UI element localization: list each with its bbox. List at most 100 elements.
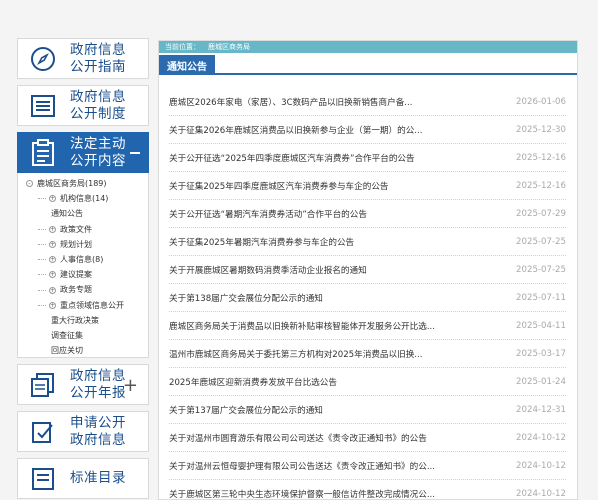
list-item-date: 2025-12-16 <box>516 152 566 163</box>
tree-connector <box>38 228 46 230</box>
tree-item[interactable]: + 建议提案 <box>24 267 148 282</box>
tree-item-label: 机构信息(14) <box>60 194 109 204</box>
breadcrumb-link[interactable]: 鹿城区商务局 <box>208 42 250 52</box>
nav-disclosure-guide[interactable]: 政府信息 公开指南 <box>17 38 149 79</box>
list-item-date: 2024-10-12 <box>516 432 566 443</box>
list-item[interactable]: 关于公开征选“2025年四季度鹿城区汽车消费券”合作平台的公告 2025-12-1… <box>169 144 566 172</box>
list-item[interactable]: 关于第137届广交会展位分配公示的通知 2024-12-31 <box>169 396 566 424</box>
list-item-title[interactable]: 关于第137届广交会展位分配公示的通知 <box>169 404 323 416</box>
list-item[interactable]: 关于征集2025年四季度鹿城区汽车消费券参与车企的公告 2025-12-16 <box>169 172 566 200</box>
list-item-title[interactable]: 关于开展鹿城区暑期数码消费季活动企业报名的通知 <box>169 264 367 276</box>
tree-item-label: 规划计划 <box>60 239 92 249</box>
expand-toggle-icon[interactable]: + <box>49 225 56 233</box>
list-item-date: 2025-04-11 <box>516 320 566 331</box>
tree-item-label: 重点领域信息公开 <box>60 300 124 310</box>
tree-item[interactable]: 通知公告 <box>24 206 148 221</box>
list-item-date: 2025-07-11 <box>516 292 566 303</box>
tree-item[interactable]: 调查征集 <box>24 328 148 343</box>
tree-item[interactable]: + 规划计划 <box>24 237 148 252</box>
list-item-date: 2024-10-12 <box>516 460 566 471</box>
tree-item-label: 政策文件 <box>60 224 92 234</box>
nav-label: 法定主动 公开内容 <box>70 135 126 169</box>
list-item[interactable]: 鹿城区商务局关于消费品以旧换新补贴审核智能体开发服务公开比选... 2025-04… <box>169 312 566 340</box>
nav-label: 申请公开 政府信息 <box>70 414 126 448</box>
compass-icon <box>24 38 62 79</box>
tree-item-label: 通知公告 <box>51 209 83 219</box>
list-item-title[interactable]: 关于征集2026年鹿城区消费品以旧换新参与企业（第一期）的公... <box>169 124 423 136</box>
nav-disclosure-system[interactable]: 政府信息 公开制度 <box>17 85 149 126</box>
list-item-date: 2025-12-30 <box>516 124 566 135</box>
tree-connector <box>38 198 46 200</box>
list-item[interactable]: 关于开展鹿城区暑期数码消费季活动企业报名的通知 2025-07-25 <box>169 256 566 284</box>
list-item[interactable]: 关于征集2025年暑期汽车消费券参与车企的公告 2025-07-25 <box>169 228 566 256</box>
expand-toggle-icon[interactable]: + <box>49 286 56 294</box>
list-item[interactable]: 关于对温州市圆育游乐有限公司公司送达《责令改正通知书》的公告 2024-10-12 <box>169 424 566 452</box>
expand-toggle-icon[interactable]: + <box>49 301 56 309</box>
tree-connector <box>38 274 46 276</box>
list-item-date: 2025-07-25 <box>516 264 566 275</box>
list-item-title[interactable]: 关于第138届广交会展位分配公示的通知 <box>169 292 323 304</box>
nav-statutory-content[interactable]: 法定主动 公开内容 <box>17 132 149 173</box>
breadcrumb: 当前位置： 鹿城区商务局 <box>159 41 577 53</box>
list-item[interactable]: 2025年鹿城区迎新消费券发放平台比选公告 2025-01-24 <box>169 368 566 396</box>
list-item-title[interactable]: 关于对温州市圆育游乐有限公司公司送达《责令改正通知书》的公告 <box>169 432 427 444</box>
nav-standard-catalog[interactable]: 标准目录 <box>17 458 149 499</box>
tree-item[interactable]: + 重点领域信息公开 <box>24 298 148 313</box>
main-content: 当前位置： 鹿城区商务局 通知公告 鹿城区2026年家电（家居）、3C数码产品以… <box>158 40 578 500</box>
list-item[interactable]: 关于鹿城区第三轮中央生态环境保护督察一般信访件整改完成情况公... 2024-10… <box>169 480 566 500</box>
tree-root[interactable]: - 鹿城区商务局(189) <box>24 176 148 191</box>
list-item[interactable]: 鹿城区2026年家电（家居）、3C数码产品以旧换新销售商户备... 2026-01… <box>169 88 566 116</box>
list-item[interactable]: 关于第138届广交会展位分配公示的通知 2025-07-11 <box>169 284 566 312</box>
list-item-title[interactable]: 温州市鹿城区商务局关于委托第三方机构对2025年消费品以旧换... <box>169 348 423 360</box>
breadcrumb-label: 当前位置： <box>165 43 200 51</box>
nav-apply-disclosure[interactable]: 申请公开 政府信息 <box>17 411 149 452</box>
tree-connector <box>38 304 46 306</box>
tree-item[interactable]: + 政务专题 <box>24 282 148 297</box>
list-item-title[interactable]: 2025年鹿城区迎新消费券发放平台比选公告 <box>169 376 337 388</box>
tree-item[interactable]: 重大行政决策 <box>24 313 148 328</box>
list-item-title[interactable]: 关于对温州云恒母婴护理有限公司公告送达《责令改正通知书》的公... <box>169 460 435 472</box>
nav-label: 标准目录 <box>70 470 126 486</box>
tree-connector <box>38 243 46 245</box>
nav-annual-report[interactable]: 政府信息 公开年报 + <box>17 364 149 405</box>
list-item-date: 2026-01-06 <box>516 96 566 107</box>
edit-document-icon <box>24 411 62 452</box>
tree-item[interactable]: + 机构信息(14) <box>24 191 148 206</box>
list-item[interactable]: 温州市鹿城区商务局关于委托第三方机构对2025年消费品以旧换... 2025-03… <box>169 340 566 368</box>
notice-list: 鹿城区2026年家电（家居）、3C数码产品以旧换新销售商户备... 2026-01… <box>159 88 577 500</box>
collapse-toggle-icon[interactable]: - <box>26 180 33 188</box>
collapse-icon[interactable] <box>130 152 140 154</box>
expand-toggle-icon[interactable]: + <box>49 240 56 248</box>
list-item-date: 2024-12-31 <box>516 404 566 415</box>
document-list-icon <box>24 85 62 126</box>
expand-toggle-icon[interactable]: + <box>49 195 56 203</box>
expand-plus-icon[interactable]: + <box>123 375 138 396</box>
nav-label: 政府信息 公开制度 <box>70 88 126 122</box>
expand-toggle-icon[interactable]: + <box>49 256 56 264</box>
list-item-title[interactable]: 鹿城区2026年家电（家居）、3C数码产品以旧换新销售商户备... <box>169 96 413 108</box>
tab-notices[interactable]: 通知公告 <box>159 55 215 75</box>
list-item[interactable]: 关于征集2026年鹿城区消费品以旧换新参与企业（第一期）的公... 2025-12… <box>169 116 566 144</box>
nav-label: 政府信息 公开指南 <box>70 41 126 75</box>
tree-item[interactable]: + 人事信息(8) <box>24 252 148 267</box>
tree-item[interactable]: 回应关切 <box>24 343 148 358</box>
list-item-title[interactable]: 鹿城区商务局关于消费品以旧换新补贴审核智能体开发服务公开比选... <box>169 320 435 332</box>
expand-toggle-icon[interactable]: + <box>49 271 56 279</box>
tab-bar: 通知公告 <box>159 55 577 75</box>
list-item-date: 2025-07-25 <box>516 236 566 247</box>
list-item-title[interactable]: 关于鹿城区第三轮中央生态环境保护督察一般信访件整改完成情况公... <box>169 488 435 500</box>
list-item-title[interactable]: 关于公开征选“2025年四季度鹿城区汽车消费券”合作平台的公告 <box>169 152 415 164</box>
sidebar: 政府信息 公开指南 政府信息 公开制度 法定主动 公开内容 - 鹿城区商务局(1… <box>17 38 149 500</box>
list-item[interactable]: 关于公开征选“暑期汽车消费券活动”合作平台的公告 2025-07-29 <box>169 200 566 228</box>
list-item[interactable]: 关于对温州云恒母婴护理有限公司公告送达《责令改正通知书》的公... 2024-10… <box>169 452 566 480</box>
list-item-title[interactable]: 关于公开征选“暑期汽车消费券活动”合作平台的公告 <box>169 208 367 220</box>
tree-item-label: 重大行政决策 <box>51 315 99 325</box>
tree-item[interactable]: + 政策文件 <box>24 222 148 237</box>
list-item-title[interactable]: 关于征集2025年四季度鹿城区汽车消费券参与车企的公告 <box>169 180 389 192</box>
list-item-date: 2025-01-24 <box>516 376 566 387</box>
stacked-documents-icon <box>24 364 62 405</box>
tree-item-label: 政务专题 <box>60 285 92 295</box>
tree-connector <box>38 259 46 261</box>
list-item-title[interactable]: 关于征集2025年暑期汽车消费券参与车企的公告 <box>169 236 354 248</box>
category-tree: - 鹿城区商务局(189) + 机构信息(14) 通知公告 + 政策文件 + 规划计划 + 人事… <box>17 173 149 358</box>
